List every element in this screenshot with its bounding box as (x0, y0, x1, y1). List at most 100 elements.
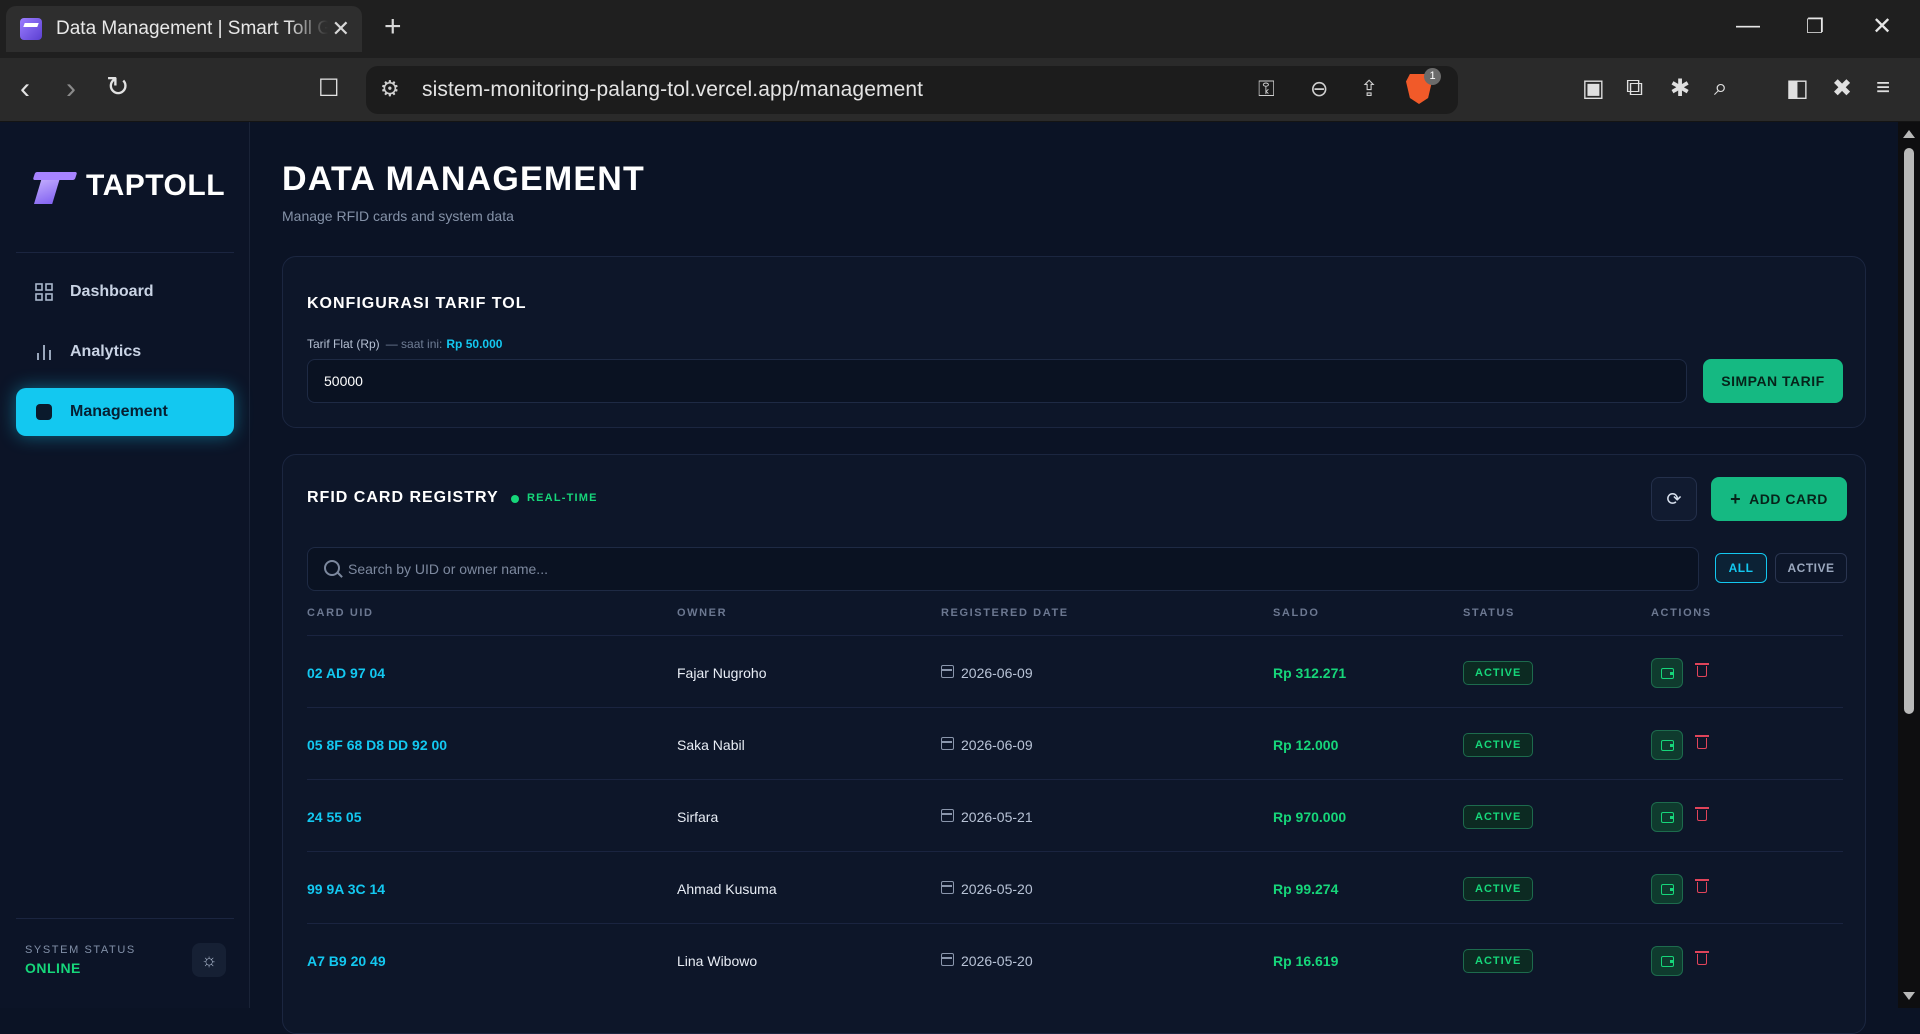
add-card-label: ADD CARD (1749, 491, 1828, 507)
tarif-label-text: Tarif Flat (Rp) (307, 337, 380, 351)
main-content: DATA MANAGEMENT Manage RFID cards and sy… (252, 122, 1898, 1034)
tarif-config-card: KONFIGURASI TARIF TOL Tarif Flat (Rp) — s… (282, 256, 1866, 428)
page-search-icon[interactable]: ⌕ (1714, 74, 1740, 101)
share-icon[interactable]: ⇪ (1360, 76, 1378, 102)
browser-titlebar: Data Management | Smart Toll Gate ✕ + — … (0, 0, 1920, 58)
status-badge: ACTIVE (1463, 949, 1534, 973)
column-header-uid: CARD UID (307, 607, 374, 619)
back-icon[interactable]: ‹ (20, 72, 30, 106)
column-header-owner: OWNER (677, 607, 728, 619)
filter-all[interactable]: ALL (1715, 553, 1767, 583)
site-settings-icon[interactable]: ⚙ (380, 76, 400, 102)
topup-wallet-icon[interactable] (1651, 802, 1683, 832)
card-date: 2026-05-20 (961, 881, 1033, 897)
key-icon[interactable]: ⚿ (1258, 76, 1275, 102)
brand-name: TAPTOLL (86, 169, 226, 202)
scroll-up-icon[interactable] (1903, 130, 1915, 138)
toll-gate-logo-icon (30, 166, 78, 206)
card-owner: Lina Wibowo (677, 953, 758, 969)
save-tarif-button[interactable]: SIMPAN TARIF (1703, 359, 1843, 403)
extension-app-icon[interactable]: ⧉ (1626, 74, 1652, 101)
tab-title: Data Management | Smart Toll Gate (56, 18, 328, 39)
picture-in-picture-icon[interactable]: ▣ (1582, 74, 1608, 102)
card-date: 2026-06-09 (961, 737, 1033, 753)
card-owner: Fajar Nugroho (677, 665, 767, 681)
zoom-icon[interactable]: ⊖ (1310, 76, 1328, 102)
table-row: 24 55 05 Sirfara 2026-05-21 Rp 970.000 A… (307, 779, 1843, 851)
card-saldo: Rp 12.000 (1273, 737, 1339, 753)
delete-trash-icon[interactable] (1695, 734, 1709, 750)
registry-title: RFID CARD REGISTRY (307, 489, 499, 506)
add-card-button[interactable]: + ADD CARD (1711, 477, 1847, 521)
topup-wallet-icon[interactable] (1651, 874, 1683, 904)
card-search[interactable]: Search by UID or owner name... (307, 547, 1699, 591)
table-row: 05 8F 68 D8 DD 92 00 Saka Nabil 2026-06-… (307, 707, 1843, 779)
status-badge: ACTIVE (1463, 805, 1534, 829)
system-status-value: ONLINE (25, 960, 81, 976)
tarif-label: Tarif Flat (Rp) — saat ini: Rp 50.000 (307, 337, 502, 351)
tab-close-icon[interactable]: ✕ (332, 16, 350, 42)
theme-toggle-sun-icon[interactable]: ☼ (192, 943, 226, 977)
calendar-icon (941, 665, 954, 678)
page-subtitle: Manage RFID cards and system data (282, 208, 514, 224)
calendar-icon (941, 953, 954, 966)
bar-chart-icon (34, 342, 54, 362)
delete-trash-icon[interactable] (1695, 662, 1709, 678)
search-icon (324, 560, 340, 576)
card-saldo: Rp 99.274 (1273, 881, 1339, 897)
sidebar-toggle-icon[interactable]: ◧ (1786, 74, 1812, 102)
card-owner: Saka Nabil (677, 737, 745, 753)
delete-trash-icon[interactable] (1695, 950, 1709, 966)
sidebar-item-analytics[interactable]: Analytics (16, 328, 234, 376)
tarif-input[interactable] (307, 359, 1687, 403)
topup-wallet-icon[interactable] (1651, 946, 1683, 976)
card-uid: 05 8F 68 D8 DD 92 00 (307, 737, 448, 753)
sidebar-item-management[interactable]: Management (16, 388, 234, 436)
sidebar-divider (16, 918, 234, 919)
search-placeholder[interactable]: Search by UID or owner name... (348, 561, 548, 577)
scroll-down-icon[interactable] (1903, 992, 1915, 1000)
live-indicator-dot (511, 495, 519, 503)
browser-toolbar: ‹ › ↻ ☐ ⚙ sistem-monitoring-palang-tol.v… (0, 58, 1920, 122)
minimize-icon[interactable]: — (1736, 12, 1760, 40)
url-text[interactable]: sistem-monitoring-palang-tol.vercel.app/… (422, 78, 923, 102)
address-bar[interactable]: ⚙ sistem-monitoring-palang-tol.vercel.ap… (366, 66, 1458, 114)
card-date: 2026-06-09 (961, 665, 1033, 681)
sidebar-item-label: Management (70, 403, 168, 420)
site-favicon-icon (20, 18, 42, 40)
column-header-actions: ACTIONS (1651, 607, 1712, 619)
forward-icon[interactable]: › (66, 72, 76, 106)
calendar-icon (941, 809, 954, 822)
brave-shield-badge: 1 (1424, 68, 1441, 85)
new-tab-icon[interactable]: + (384, 10, 402, 44)
sidebar-item-dashboard[interactable]: Dashboard (16, 268, 234, 316)
menu-icon[interactable]: ≡ (1876, 74, 1902, 101)
restore-icon[interactable]: ❐ (1806, 14, 1824, 39)
wallet-icon[interactable]: ✖ (1832, 74, 1858, 102)
card-owner: Sirfara (677, 809, 719, 825)
topup-wallet-icon[interactable] (1651, 730, 1683, 760)
delete-trash-icon[interactable] (1695, 806, 1709, 822)
refresh-icon[interactable]: ⟳ (1651, 477, 1697, 521)
column-header-saldo: SALDO (1273, 607, 1320, 619)
delete-trash-icon[interactable] (1695, 878, 1709, 894)
card-uid: 02 AD 97 04 (307, 665, 386, 681)
status-badge: ACTIVE (1463, 733, 1534, 757)
browser-tab[interactable]: Data Management | Smart Toll Gate ✕ (6, 6, 362, 52)
scrollbar-thumb[interactable] (1904, 148, 1914, 714)
close-window-icon[interactable]: ✕ (1872, 12, 1892, 41)
filter-active[interactable]: ACTIVE (1775, 553, 1847, 583)
card-saldo: Rp 970.000 (1273, 809, 1347, 825)
brand[interactable]: TAPTOLL (30, 166, 225, 206)
bookmark-icon[interactable]: ☐ (318, 74, 340, 103)
app-root: TAPTOLL Dashboard Analytics Management S… (0, 122, 1898, 1034)
page-scrollbar[interactable] (1898, 122, 1920, 1008)
table-row: A7 B9 20 49 Lina Wibowo 2026-05-20 Rp 16… (307, 923, 1843, 995)
extensions-icon[interactable]: ✱ (1670, 74, 1696, 102)
reload-icon[interactable]: ↻ (106, 70, 129, 103)
topup-wallet-icon[interactable] (1651, 658, 1683, 688)
square-icon (34, 402, 54, 422)
tarif-current-value: Rp 50.000 (446, 337, 503, 351)
tarif-card-title: KONFIGURASI TARIF TOL (307, 295, 527, 312)
card-uid: 99 9A 3C 14 (307, 881, 386, 897)
